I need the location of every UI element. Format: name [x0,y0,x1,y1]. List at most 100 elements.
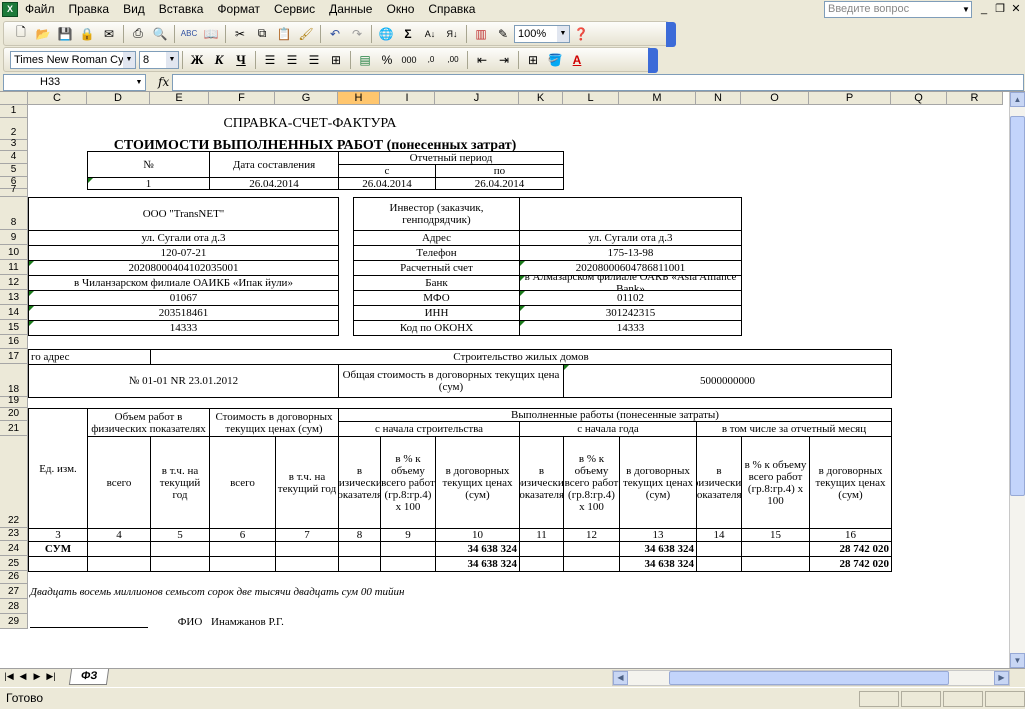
column-header[interactable]: E [150,92,209,105]
sheet-tab[interactable]: ФЗ [68,669,110,685]
menu-file[interactable]: Файл [18,0,62,19]
row-header[interactable]: 8 [0,197,28,230]
column-header[interactable]: R [947,92,1003,105]
th-pct[interactable]: в % к объему всего работ (гр.8:гр.4) х 1… [380,436,436,529]
row-header[interactable]: 15 [0,320,28,335]
column-number[interactable]: 11 [519,528,564,542]
investor-bank[interactable]: в Алмазарском филиале ОАКБ «Asia Allianc… [519,275,742,291]
contractor-name[interactable]: ООО "TransNET" [28,197,339,231]
data-cell[interactable]: 28 742 020 [809,541,892,557]
row-header[interactable]: 18 [0,364,28,397]
vertical-scrollbar[interactable]: ▲ ▼ [1009,92,1025,668]
data-cell[interactable] [338,541,381,557]
row-header[interactable]: 14 [0,305,28,320]
row-header[interactable]: 27 [0,584,28,599]
th-done[interactable]: Выполненные работы (понесенные затраты) [338,408,892,422]
doc-title[interactable]: СПРАВКА-СЧЕТ-ФАКТУРА [200,114,420,134]
data-cell[interactable] [563,556,620,572]
column-header[interactable]: H [338,92,380,105]
format-painter-icon[interactable]: 🖌 [295,24,317,44]
row-header[interactable]: 26 [0,571,28,584]
column-number[interactable]: 12 [563,528,620,542]
paste-icon[interactable]: 📋 [273,24,295,44]
investor-investor[interactable] [519,197,742,231]
th-pct-2[interactable]: в % к объему всего работ (гр.8:гр.4) х 1… [563,436,620,529]
merge-center-icon[interactable]: ⊞ [325,50,347,70]
underline-button[interactable]: Ч [230,50,252,70]
data-cell[interactable] [150,541,210,557]
data-cell[interactable] [28,556,88,572]
column-number[interactable]: 6 [209,528,276,542]
data-cell[interactable] [741,541,810,557]
data-cell[interactable] [519,556,564,572]
align-center-icon[interactable]: ☰ [281,50,303,70]
address-cut[interactable]: го адрес [28,349,151,365]
data-cell[interactable] [338,556,381,572]
investor-label-address[interactable]: Адрес [353,230,520,246]
column-header[interactable]: F [209,92,275,105]
column-header[interactable]: G [275,92,338,105]
value-period-from[interactable]: 26.04.2014 [338,177,436,190]
contractor-okonh[interactable]: 14333 [28,320,339,336]
menu-window[interactable]: Окно [379,0,421,19]
percent-icon[interactable]: % [376,50,398,70]
minimize-icon[interactable]: _ [978,2,990,16]
toolbar-options-icon[interactable] [648,48,658,73]
decrease-indent-icon[interactable]: ⇤ [471,50,493,70]
column-number[interactable]: 13 [619,528,697,542]
column-number[interactable]: 14 [696,528,742,542]
sum-label[interactable]: СУМ [28,541,88,557]
value-date[interactable]: 26.04.2014 [209,177,339,190]
th-cost[interactable]: Стоимость в договорных текущих ценах (су… [209,408,339,437]
contractor-address[interactable]: ул. Сугали ота д.3 [28,230,339,246]
data-cell[interactable] [696,556,742,572]
next-sheet-icon[interactable]: ▶ [32,671,42,682]
scroll-thumb[interactable] [669,671,949,685]
th-pct-3[interactable]: в % к объему всего работ (гр.8:гр.4) х 1… [741,436,810,529]
drawing-icon[interactable]: ✎ [492,24,514,44]
data-cell[interactable] [696,541,742,557]
total-cost-label[interactable]: Общая стоимость в договорных текущих цен… [338,364,564,398]
data-cell[interactable] [87,556,151,572]
close-icon[interactable]: ✕ [1010,2,1022,16]
th-since-start[interactable]: с начала строительства [338,421,520,437]
investor-label-investor[interactable]: Инвестор (заказчик, генподрядчик) [353,197,520,231]
column-header[interactable]: C [28,92,87,105]
data-cell[interactable] [741,556,810,572]
decrease-decimal-icon[interactable]: ,00 [442,50,464,70]
row-header[interactable]: 9 [0,230,28,245]
save-icon[interactable]: 💾 [54,24,76,44]
row-header[interactable]: 3 [0,138,28,151]
chart-wizard-icon[interactable]: ▥ [470,24,492,44]
contractor-mfo[interactable]: 01067 [28,290,339,306]
italic-button[interactable]: К [208,50,230,70]
hyperlink-icon[interactable]: 🌐 [375,24,397,44]
menu-help[interactable]: Справка [421,0,482,19]
data-cell[interactable]: 34 638 324 [435,556,520,572]
th-phys[interactable]: в физических показателях [338,436,381,529]
spelling-icon[interactable]: ABC [178,24,200,44]
th-contract-2[interactable]: в договорных текущих ценах (сум) [619,436,697,529]
research-icon[interactable]: 📖 [200,24,222,44]
row-header[interactable]: 19 [0,395,28,408]
data-cell[interactable]: 34 638 324 [619,541,697,557]
investor-label-okonh[interactable]: Код по ОКОНХ [353,320,520,336]
font-size-select[interactable]: 8 ▼ [139,50,179,69]
worksheet-grid[interactable]: C D E F G H I J K L M N O P Q R 1 2 3 4 5 6 7 8 9 10 11 12 13 14 15 16 1… [0,92,1009,668]
column-number[interactable]: 3 [28,528,88,542]
column-header[interactable]: J [435,92,519,105]
menu-format[interactable]: Формат [210,0,267,19]
value-period-to[interactable]: 26.04.2014 [435,177,564,190]
row-header[interactable]: 29 [0,614,28,629]
row-header[interactable]: 12 [0,275,28,290]
excel-app-icon[interactable]: X [2,2,18,17]
data-cell[interactable] [209,556,276,572]
print-preview-icon[interactable]: 🔍 [149,24,171,44]
row-header[interactable]: 22 [0,436,28,528]
help-icon[interactable]: ❓ [570,24,592,44]
row-header[interactable]: 1 [0,105,28,118]
new-icon[interactable]: 🗋 [10,24,32,44]
th-volume[interactable]: Объем работ в физических показателях [87,408,210,437]
restore-icon[interactable]: ❐ [994,2,1006,16]
data-cell[interactable]: 34 638 324 [435,541,520,557]
